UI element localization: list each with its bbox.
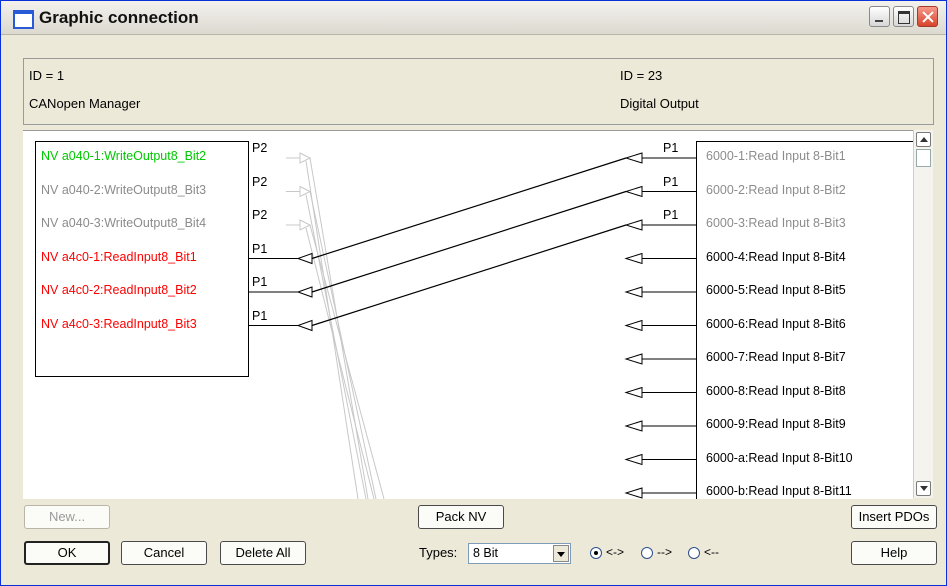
left-port-label[interactable]: P1 — [252, 242, 267, 256]
right-input-arrow-icon — [624, 420, 643, 432]
right-port-label[interactable]: P1 — [663, 175, 678, 189]
right-node-name: Digital Output — [620, 96, 699, 111]
scroll-thumb[interactable] — [916, 149, 931, 167]
right-item[interactable]: 6000-a:Read Input 8-Bit10 — [706, 451, 853, 465]
left-item[interactable]: NV a040-2:WriteOutput8_Bit3 — [41, 183, 206, 197]
minimize-icon[interactable] — [869, 6, 890, 27]
radio-bidirectional-label: <-> — [606, 545, 625, 559]
left-node-id: ID = 1 — [29, 68, 65, 83]
radio-left-label: <-- — [704, 545, 719, 559]
right-input-arrow-icon — [624, 453, 643, 466]
window-title: Graphic connection — [39, 8, 199, 27]
help-button[interactable]: Help — [851, 541, 937, 565]
right-item[interactable]: 6000-7:Read Input 8-Bit7 — [706, 350, 846, 364]
right-item[interactable]: 6000-b:Read Input 8-Bit11 — [706, 484, 852, 498]
radio-right-label: --> — [657, 545, 672, 559]
right-input-arrow-icon — [624, 152, 643, 164]
types-label: Types: — [419, 545, 458, 560]
ok-button[interactable]: OK — [24, 541, 110, 565]
right-item[interactable]: 6000-4:Read Input 8-Bit4 — [706, 250, 846, 264]
ghost-connection-line — [309, 224, 385, 499]
radio-right[interactable] — [641, 547, 653, 559]
radio-left[interactable] — [688, 547, 700, 559]
connection-canvas[interactable]: NV a040-1:WriteOutput8_Bit2 P2 NV a040-2:W… — [23, 130, 913, 499]
graphic-connection-window: Graphic connection ID = 1 CANopen Manage… — [0, 0, 947, 586]
left-input-arrow-icon — [296, 252, 313, 265]
pack-nv-button[interactable]: Pack NV — [418, 505, 504, 529]
ghost-connection-line — [305, 227, 375, 499]
left-item[interactable]: NV a4c0-1:ReadInput8_Bit1 — [41, 250, 197, 264]
delete-all-button[interactable]: Delete All — [220, 541, 306, 565]
radio-bidirectional[interactable] — [590, 547, 602, 559]
window-icon — [13, 10, 34, 29]
scroll-down-icon[interactable] — [916, 481, 931, 496]
left-item[interactable]: NV a040-3:WriteOutput8_Bit4 — [41, 216, 206, 230]
left-port-label[interactable]: P2 — [252, 141, 267, 155]
vertical-scrollbar[interactable] — [913, 130, 933, 498]
left-item[interactable]: NV a4c0-3:ReadInput8_Bit3 — [41, 317, 197, 331]
connection-line — [311, 190, 627, 293]
left-input-arrow-icon — [296, 286, 313, 298]
right-port-label[interactable]: P1 — [663, 141, 678, 155]
chevron-down-icon[interactable] — [553, 545, 569, 562]
close-icon[interactable] — [917, 6, 938, 27]
right-input-arrow-icon — [624, 319, 643, 332]
left-input-arrow-icon — [296, 319, 313, 332]
right-input-arrow-icon — [624, 252, 643, 265]
right-port-label[interactable]: P1 — [663, 208, 678, 222]
right-item[interactable]: 6000-1:Read Input 8-Bit1 — [706, 149, 846, 163]
left-output-arrow-icon — [299, 185, 312, 198]
ghost-connection-line — [309, 191, 377, 499]
types-selected-value: 8 Bit — [473, 546, 499, 560]
right-item[interactable]: 6000-5:Read Input 8-Bit5 — [706, 283, 846, 297]
left-port-label[interactable]: P2 — [252, 175, 267, 189]
right-input-arrow-icon — [624, 185, 643, 198]
right-item[interactable]: 6000-2:Read Input 8-Bit2 — [706, 183, 846, 197]
insert-pdos-button[interactable]: Insert PDOs — [851, 505, 937, 529]
types-select[interactable]: 8 Bit — [468, 543, 571, 564]
right-input-arrow-icon — [624, 286, 643, 298]
right-input-arrow-icon — [624, 386, 643, 399]
new-button[interactable]: New... — [24, 505, 110, 529]
title-bar[interactable]: Graphic connection — [1, 1, 946, 35]
left-output-arrow-icon — [299, 219, 312, 231]
left-port-label[interactable]: P1 — [252, 275, 267, 289]
left-item[interactable]: NV a4c0-2:ReadInput8_Bit2 — [41, 283, 197, 297]
right-item[interactable]: 6000-9:Read Input 8-Bit9 — [706, 417, 846, 431]
left-port-label[interactable]: P1 — [252, 309, 267, 323]
connection-header: ID = 1 CANopen Manager ID = 23 Digital O… — [23, 58, 934, 125]
maximize-icon[interactable] — [893, 6, 914, 27]
connection-line — [311, 157, 627, 260]
right-input-arrow-icon — [624, 219, 643, 231]
right-item[interactable]: 6000-6:Read Input 8-Bit6 — [706, 317, 846, 331]
connection-line — [311, 224, 627, 327]
scroll-up-icon[interactable] — [916, 132, 931, 147]
left-port-label[interactable]: P2 — [252, 208, 267, 222]
right-input-arrow-icon — [624, 487, 643, 499]
cancel-button[interactable]: Cancel — [121, 541, 207, 565]
right-item[interactable]: 6000-8:Read Input 8-Bit8 — [706, 384, 846, 398]
left-node-name: CANopen Manager — [29, 96, 141, 111]
right-item[interactable]: 6000-3:Read Input 8-Bit3 — [706, 216, 846, 230]
left-item[interactable]: NV a040-1:WriteOutput8_Bit2 — [41, 149, 206, 163]
right-input-arrow-icon — [624, 353, 643, 365]
left-output-arrow-icon — [299, 152, 312, 164]
right-node-id: ID = 23 — [620, 68, 663, 83]
